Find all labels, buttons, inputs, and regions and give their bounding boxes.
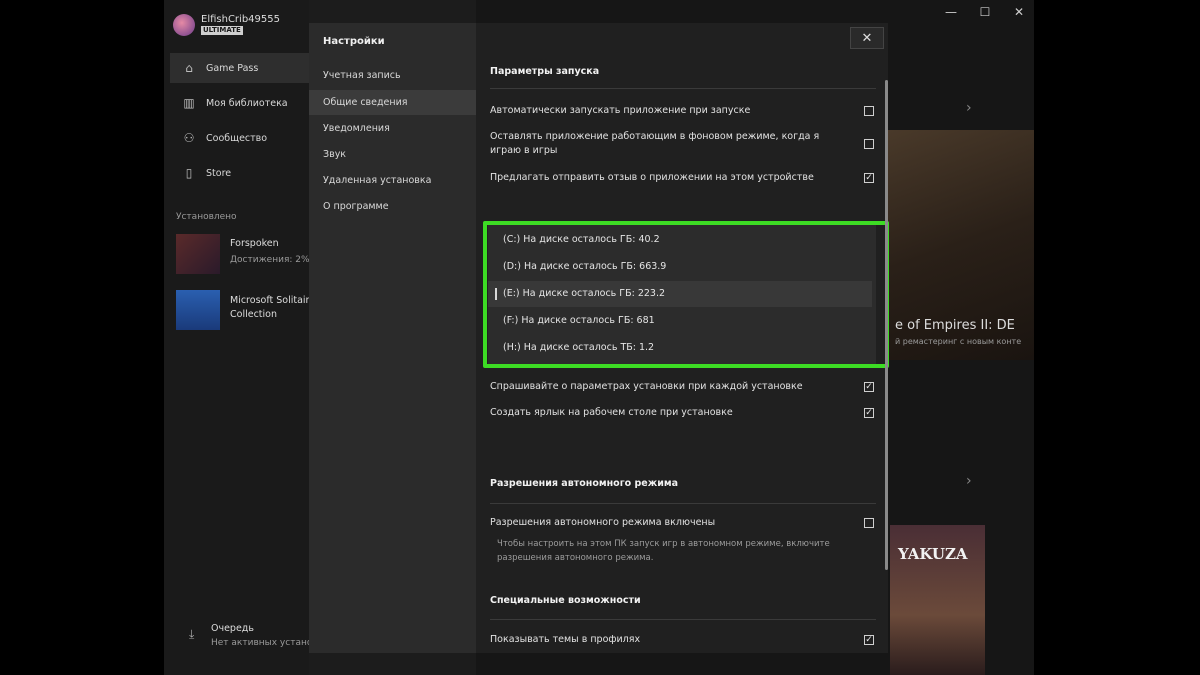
accessibility-section-heading: Специальные возможности — [490, 595, 641, 606]
sidebar-item-label: Game Pass — [206, 62, 259, 74]
check-icon: ✓ — [865, 173, 873, 183]
maximize-button[interactable]: ☐ — [974, 4, 996, 20]
sidebar-item-label: Store — [206, 167, 232, 179]
offline-mode-checkbox[interactable] — [864, 518, 874, 528]
game-title[interactable]: Microsoft Solitaire — [230, 295, 315, 306]
divider — [490, 88, 876, 89]
solitaire-thumbnail[interactable] — [176, 290, 220, 330]
game-subtitle: Достижения: 2% — [230, 255, 310, 265]
background-game-subtitle: й ремастеринг с новым конте — [895, 337, 1022, 346]
settings-menu-remote-install[interactable]: Удаленная установка — [309, 168, 476, 193]
chevron-right-icon[interactable]: › — [966, 473, 972, 489]
close-button[interactable]: ✕ — [850, 27, 884, 49]
setting-label: Создать ярлык на рабочем столе при устан… — [490, 407, 733, 418]
background-mode-checkbox[interactable] — [864, 139, 874, 149]
setting-label: Предлагать отправить отзыв о приложении … — [490, 172, 814, 183]
divider — [490, 619, 876, 620]
forspoken-thumbnail[interactable] — [176, 234, 220, 274]
background-game-title: e of Empires II: DE — [895, 318, 1015, 333]
setting-label: Спрашивайте о параметрах установки при к… — [490, 381, 803, 392]
sidebar-item-game-pass[interactable]: ⌂ Game Pass — [170, 53, 309, 83]
divider — [490, 503, 876, 504]
settings-menu-sound[interactable]: Звук — [309, 142, 476, 167]
home-icon: ⌂ — [185, 61, 193, 75]
close-window-button[interactable]: ✕ — [1008, 4, 1030, 20]
user-name: ElfishCrib49555 — [201, 14, 280, 25]
sidebar-item-library[interactable]: ▥ Моя библиотека — [170, 88, 309, 118]
settings-menu-account[interactable]: Учетная запись — [309, 63, 476, 88]
background-yakuza-title: YAKUZA — [898, 545, 968, 563]
ask-install-options-checkbox[interactable]: ✓ — [864, 382, 874, 392]
setting-label: Показывать темы в профилях — [490, 634, 641, 645]
chevron-right-icon[interactable]: › — [966, 100, 972, 116]
sidebar-item-label: Моя библиотека — [206, 97, 288, 109]
launch-section-heading: Параметры запуска — [490, 66, 600, 77]
settings-menu-notifications[interactable]: Уведомления — [309, 116, 476, 141]
highlight-frame — [483, 221, 889, 368]
minimize-button[interactable]: — — [940, 4, 962, 20]
setting-label: Разрешения автономного режима включены — [490, 517, 716, 528]
game-title-line2: Collection — [230, 309, 277, 320]
avatar[interactable] — [173, 14, 195, 36]
download-icon: ⤓ — [189, 627, 195, 641]
installed-heading: Установлено — [176, 212, 237, 222]
settings-menu-general[interactable]: Общие сведения — [309, 90, 476, 115]
settings-title: Настройки — [323, 36, 385, 47]
setting-label: Автоматически запускать приложение при з… — [490, 105, 751, 116]
sidebar-item-label: Сообщество — [206, 132, 268, 144]
community-icon: ⚇ — [183, 131, 195, 145]
library-icon: ▥ — [183, 96, 195, 110]
check-icon: ✓ — [865, 408, 873, 418]
offline-note: Чтобы настроить на этом ПК запуск игр в … — [497, 539, 830, 563]
check-icon: ✓ — [865, 635, 873, 645]
game-title[interactable]: Forspoken — [230, 238, 279, 249]
sidebar-item-store[interactable]: ▯ Store — [170, 158, 309, 188]
offline-section-heading: Разрешения автономного режима — [490, 478, 679, 489]
feedback-checkbox[interactable]: ✓ — [864, 173, 874, 183]
sidebar-item-community[interactable]: ⚇ Сообщество — [170, 123, 309, 153]
queue-label[interactable]: Очередь — [211, 623, 254, 634]
queue-status: Нет активных устано — [211, 638, 313, 648]
desktop-shortcut-checkbox[interactable]: ✓ — [864, 408, 874, 418]
auto-launch-checkbox[interactable] — [864, 106, 874, 116]
settings-scrollbar[interactable] — [885, 80, 888, 570]
profile-themes-checkbox[interactable]: ✓ — [864, 635, 874, 645]
store-icon: ▯ — [185, 166, 193, 180]
ultimate-badge: ULTIMATE — [201, 26, 243, 35]
settings-menu-about[interactable]: О программе — [309, 194, 476, 219]
check-icon: ✓ — [865, 382, 873, 392]
setting-label: Оставлять приложение работающим в фоново… — [490, 131, 820, 156]
